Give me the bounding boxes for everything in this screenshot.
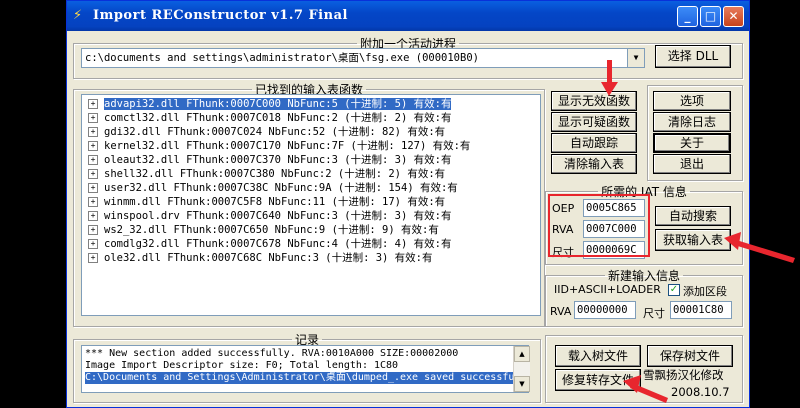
main-window: ⚡ Import REConstructor v1.7 Final _ □ ✕ … — [66, 0, 750, 408]
new-rva-label: RVA — [550, 305, 572, 318]
tree-row-text: ws2_32.dll FThunk:0007C650 NbFunc:9 (十进制… — [104, 224, 439, 236]
tree-row[interactable]: + ole32.dll FThunk:0007C68C NbFunc:3 (十进制… — [88, 251, 433, 265]
process-value: c:\documents and settings\administrator\… — [85, 52, 479, 64]
clear-log-button[interactable]: 清除日志 — [653, 112, 731, 132]
tree-row[interactable]: + comdlg32.dll FThunk:0007C678 NbFunc:4 (… — [88, 237, 451, 251]
scroll-down-icon[interactable]: ▼ — [514, 376, 530, 392]
tree-row-text: gdi32.dll FThunk:0007C024 NbFunc:52 (十进制… — [104, 126, 446, 138]
log-line: *** New section added successfully. RVA:… — [85, 348, 459, 359]
dropdown-arrow-icon[interactable]: ▼ — [627, 49, 644, 67]
expand-icon[interactable]: + — [88, 127, 98, 137]
log-output[interactable]: *** New section added successfully. RVA:… — [81, 345, 529, 393]
about-button[interactable]: 关于 — [653, 133, 731, 153]
select-dll-button[interactable]: 选择 DLL — [655, 45, 731, 68]
clear-imports-button[interactable]: 清除输入表 — [551, 154, 637, 174]
exit-button[interactable]: 退出 — [653, 154, 731, 174]
expand-icon[interactable]: + — [88, 253, 98, 263]
log-scrollbar[interactable]: ▲ ▼ — [513, 346, 530, 392]
tree-row[interactable]: + winspool.drv FThunk:0007C640 NbFunc:3 (… — [88, 209, 451, 223]
expand-icon[interactable]: + — [88, 169, 98, 179]
tree-row-text: kernel32.dll FThunk:0007C170 NbFunc:7F (… — [104, 140, 471, 152]
expand-icon[interactable]: + — [88, 183, 98, 193]
tree-row[interactable]: + comctl32.dll FThunk:0007C018 NbFunc:2 (… — [88, 111, 451, 125]
new-rva-field[interactable]: 00000000 — [574, 301, 636, 319]
window-title: Import REConstructor v1.7 Final — [93, 8, 348, 23]
new-size-field[interactable]: 00001C80 — [670, 301, 732, 319]
annotation-highlight-box — [548, 194, 650, 257]
maximize-button[interactable]: □ — [700, 6, 721, 27]
minimize-button[interactable]: _ — [677, 6, 698, 27]
show-suspect-button[interactable]: 显示可疑函数 — [551, 112, 637, 132]
get-imports-button[interactable]: 获取输入表 — [655, 229, 731, 251]
tree-row-text: winspool.drv FThunk:0007C640 NbFunc:3 (十… — [104, 210, 452, 222]
expand-icon[interactable]: + — [88, 225, 98, 235]
tree-row[interactable]: + gdi32.dll FThunk:0007C024 NbFunc:52 (十进… — [88, 125, 445, 139]
new-size-label: 尺寸 — [643, 307, 665, 320]
tree-row[interactable]: + ws2_32.dll FThunk:0007C650 NbFunc:9 (十进… — [88, 223, 439, 237]
show-invalid-button[interactable]: 显示无效函数 — [551, 91, 637, 111]
tree-row-text: ole32.dll FThunk:0007C68C NbFunc:3 (十进制:… — [104, 252, 433, 264]
add-section-checkbox[interactable]: ✓ — [668, 284, 680, 296]
tree-row[interactable]: + user32.dll FThunk:0007C38C NbFunc:9A (十… — [88, 181, 458, 195]
tree-row-text: user32.dll FThunk:0007C38C NbFunc:9A (十进… — [104, 182, 458, 194]
process-select[interactable]: c:\documents and settings\administrator\… — [81, 48, 645, 68]
expand-icon[interactable]: + — [88, 99, 98, 109]
imports-tree[interactable]: + advapi32.dll FThunk:0007C000 NbFunc:5 (… — [81, 94, 541, 316]
add-section-label: 添加区段 — [683, 285, 727, 298]
expand-icon[interactable]: + — [88, 197, 98, 207]
tree-row[interactable]: + winmm.dll FThunk:0007C5F8 NbFunc:11 (十进… — [88, 195, 445, 209]
import-mode-label: IID+ASCII+LOADER — [554, 283, 661, 296]
credit-author: 雪飘扬汉化修改 — [643, 368, 724, 382]
new-import-legend: 新建输入信息 — [607, 269, 680, 283]
expand-icon[interactable]: + — [88, 155, 98, 165]
tree-row-text: advapi32.dll FThunk:0007C000 NbFunc:5 (十… — [102, 97, 453, 111]
tree-row-text: oleaut32.dll FThunk:0007C370 NbFunc:3 (十… — [104, 154, 452, 166]
credit-date: 2008.10.7 — [671, 385, 730, 399]
close-button[interactable]: ✕ — [723, 6, 744, 27]
expand-icon[interactable]: + — [88, 211, 98, 221]
tree-row[interactable]: + advapi32.dll FThunk:0007C000 NbFunc:5 (… — [88, 97, 453, 111]
tree-row-text: comdlg32.dll FThunk:0007C678 NbFunc:4 (十… — [104, 238, 452, 250]
options-button[interactable]: 选项 — [653, 91, 731, 111]
log-line: C:\Documents and Settings\Administrator\… — [85, 372, 528, 384]
expand-icon[interactable]: + — [88, 239, 98, 249]
tree-row-text: shell32.dll FThunk:0007C380 NbFunc:2 (十进… — [104, 168, 446, 180]
log-line: Image Import Descriptor size: F0; Total … — [85, 360, 399, 371]
scroll-up-icon[interactable]: ▲ — [514, 346, 530, 362]
tree-row[interactable]: + oleaut32.dll FThunk:0007C370 NbFunc:3 (… — [88, 153, 451, 167]
expand-icon[interactable]: + — [88, 113, 98, 123]
fix-dump-button[interactable]: 修复转存文件 — [555, 369, 641, 391]
app-icon: ⚡ — [73, 8, 83, 23]
tree-row[interactable]: + kernel32.dll FThunk:0007C170 NbFunc:7F … — [88, 139, 470, 153]
expand-icon[interactable]: + — [88, 141, 98, 151]
title-bar[interactable]: ⚡ Import REConstructor v1.7 Final _ □ ✕ — [67, 1, 749, 31]
tree-row-text: winmm.dll FThunk:0007C5F8 NbFunc:11 (十进制… — [104, 196, 446, 208]
save-tree-button[interactable]: 保存树文件 — [647, 345, 733, 367]
tree-row-text: comctl32.dll FThunk:0007C018 NbFunc:2 (十… — [104, 112, 452, 124]
tree-row[interactable]: + shell32.dll FThunk:0007C380 NbFunc:2 (十… — [88, 167, 445, 181]
load-tree-button[interactable]: 载入树文件 — [555, 345, 641, 367]
auto-search-button[interactable]: 自动搜索 — [655, 206, 731, 226]
auto-trace-button[interactable]: 自动跟踪 — [551, 133, 637, 153]
